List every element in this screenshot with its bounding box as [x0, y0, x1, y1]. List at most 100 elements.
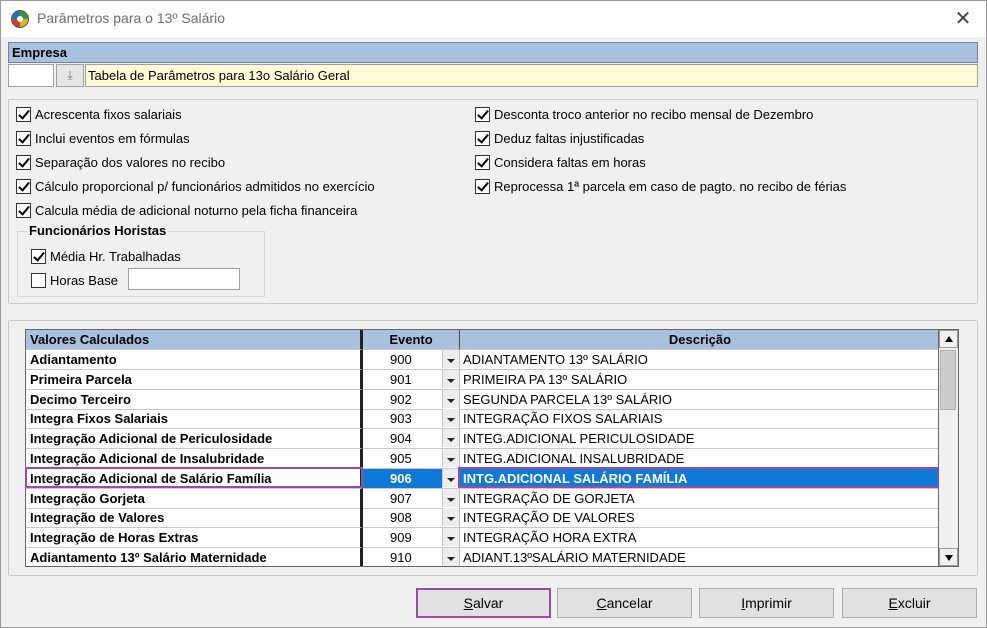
checkbox-checked-icon[interactable]	[475, 154, 490, 170]
table-row[interactable]: Integração de Valores 908 INTEGRAÇÃO DE VA…	[26, 508, 938, 529]
option-deduz-faltas[interactable]: Deduz faltas injustificadas	[475, 129, 644, 147]
row-evento-cell[interactable]: 907	[363, 488, 460, 509]
row-descricao[interactable]: INTEGRAÇÃO DE GORJETA	[460, 489, 938, 509]
row-evento-code[interactable]: 910	[363, 548, 442, 566]
checkbox-checked-icon[interactable]	[16, 106, 31, 122]
row-valor-calculado[interactable]: Adiantamento 13º Salário Maternidade	[26, 548, 363, 566]
table-row[interactable]: Integração de Horas Extras 909 INTEGRAÇÃO …	[26, 528, 938, 549]
empresa-code-input[interactable]	[8, 64, 54, 87]
row-valor-calculado[interactable]: Integra Fixos Salariais	[26, 409, 363, 430]
row-descricao[interactable]: INTEGRAÇÃO HORA EXTRA	[460, 528, 938, 549]
row-valor-calculado[interactable]: Integração Adicional de Insalubridade	[26, 449, 363, 469]
row-evento-code[interactable]: 907	[363, 489, 442, 508]
row-valor-calculado[interactable]: Decimo Terceiro	[26, 389, 363, 410]
header-evento[interactable]: Evento	[363, 330, 460, 350]
empresa-description-field[interactable]: Tabela de Parâmetros para 13o Salário Ge…	[85, 64, 978, 87]
checkbox-checked-icon[interactable]	[16, 202, 31, 218]
checkbox-checked-icon[interactable]	[16, 130, 31, 146]
row-valor-calculado[interactable]: Integração Gorjeta	[26, 488, 363, 509]
row-valor-calculado[interactable]: Integração de Valores	[26, 508, 363, 529]
row-valor-calculado[interactable]: Primeira Parcela	[26, 369, 363, 390]
chevron-down-icon[interactable]	[442, 488, 459, 507]
checkbox-checked-icon[interactable]	[475, 178, 490, 194]
grid-vertical-scrollbar[interactable]	[939, 329, 959, 567]
row-descricao[interactable]: INTEGRAÇÃO FIXOS SALARIAIS	[460, 409, 938, 430]
header-valores-calculados[interactable]: Valores Calculados	[26, 330, 363, 350]
checkbox-unchecked-icon[interactable]	[31, 272, 46, 288]
row-evento-cell[interactable]: 901	[363, 369, 460, 390]
table-row[interactable]: Integração Adicional de Periculosidade 90…	[26, 429, 938, 450]
option-media-adicional-noturno[interactable]: Calcula média de adicional noturno pela …	[16, 201, 357, 219]
imprimir-button[interactable]: Imprimir	[699, 588, 834, 618]
row-evento-code[interactable]: 904	[363, 429, 442, 448]
chevron-down-icon[interactable]	[442, 528, 459, 547]
table-row[interactable]: Decimo Terceiro 902 SEGUNDA PARCELA 13º SA…	[26, 389, 938, 410]
row-evento-cell[interactable]: 903	[363, 409, 460, 430]
cancelar-button[interactable]: Cancelar	[557, 588, 692, 618]
horas-base-input[interactable]	[128, 268, 240, 290]
row-evento-code[interactable]: 909	[363, 528, 442, 547]
table-row[interactable]: Adiantamento 900 ADIANTAMENTO 13º SALÁRIO	[26, 350, 938, 370]
row-evento-code[interactable]: 908	[363, 508, 442, 527]
close-icon[interactable]: ✕	[948, 5, 978, 33]
salvar-button[interactable]: Salvar	[416, 588, 551, 618]
row-valor-calculado[interactable]: Integração de Horas Extras	[26, 528, 363, 549]
row-evento-code[interactable]: 905	[363, 449, 442, 468]
row-evento-cell[interactable]: 908	[363, 508, 460, 529]
header-descricao[interactable]: Descrição	[460, 330, 938, 350]
row-evento-code[interactable]: 906	[363, 468, 442, 488]
table-row[interactable]: Integração Adicional de Salário Família 9…	[26, 468, 938, 489]
table-row[interactable]: Adiantamento 13º Salário Maternidade 910 A…	[26, 548, 938, 566]
checkbox-checked-icon[interactable]	[16, 154, 31, 170]
row-evento-cell[interactable]: 905	[363, 449, 460, 469]
row-evento-code[interactable]: 901	[363, 370, 442, 389]
chevron-down-icon[interactable]	[442, 409, 459, 428]
row-evento-cell[interactable]: 910	[363, 548, 460, 566]
row-evento-cell[interactable]: 902	[363, 389, 460, 410]
row-valor-calculado[interactable]: Integração Adicional de Salário Família	[26, 468, 363, 489]
chevron-down-icon[interactable]	[442, 548, 459, 566]
table-row[interactable]: Primeira Parcela 901 PRIMEIRA PA 13º SALÁR…	[26, 369, 938, 390]
row-descricao[interactable]: INTG.ADICIONAL SALÁRIO FAMÍLIA	[460, 468, 938, 489]
row-evento-code[interactable]: 903	[363, 409, 442, 428]
option-desconta-troco[interactable]: Desconta troco anterior no recibo mensal…	[475, 105, 813, 123]
chevron-down-icon[interactable]	[442, 468, 459, 487]
chevron-down-icon[interactable]	[442, 429, 459, 448]
checkbox-checked-icon[interactable]	[31, 248, 46, 264]
scroll-down-arrow-icon[interactable]	[939, 548, 958, 566]
option-reprocessa-parcela[interactable]: Reprocessa 1ª parcela em caso de pagto. …	[475, 177, 846, 195]
scroll-up-arrow-icon[interactable]	[939, 330, 958, 348]
row-descricao[interactable]: ADIANT.13ºSALÁRIO MATERNIDADE	[460, 548, 938, 566]
option-inclui-eventos[interactable]: Inclui eventos em fórmulas	[16, 129, 190, 147]
chevron-down-icon[interactable]	[442, 508, 459, 527]
row-valor-calculado[interactable]: Adiantamento	[26, 350, 363, 370]
row-evento-code[interactable]: 902	[363, 390, 442, 409]
checkbox-checked-icon[interactable]	[475, 106, 490, 122]
chevron-down-icon[interactable]	[442, 369, 459, 388]
option-separacao-valores[interactable]: Separação dos valores no recibo	[16, 153, 225, 171]
table-row[interactable]: Integração Adicional de Insalubridade 905…	[26, 449, 938, 469]
option-calculo-proporcional[interactable]: Cálculo proporcional p/ funcionários adm…	[16, 177, 375, 195]
chevron-down-icon[interactable]	[442, 350, 459, 368]
checkbox-checked-icon[interactable]	[475, 130, 490, 146]
chevron-down-icon[interactable]	[442, 449, 459, 467]
table-row[interactable]: Integra Fixos Salariais 903 INTEGRAÇÃO FIX…	[26, 409, 938, 430]
chevron-down-icon[interactable]	[442, 389, 459, 408]
row-descricao[interactable]: INTEGRAÇÃO DE VALORES	[460, 508, 938, 529]
row-descricao[interactable]: ADIANTAMENTO 13º SALÁRIO	[460, 350, 938, 370]
row-evento-cell[interactable]: 900	[363, 350, 460, 370]
option-considera-faltas-horas[interactable]: Considera faltas em horas	[475, 153, 646, 171]
row-evento-cell[interactable]: 904	[363, 429, 460, 450]
option-media-hr-trabalhadas[interactable]: Média Hr. Trabalhadas	[31, 247, 181, 265]
row-evento-cell[interactable]: 906	[363, 468, 460, 489]
row-descricao[interactable]: SEGUNDA PARCELA 13º SALÁRIO	[460, 390, 938, 410]
option-horas-base[interactable]: Horas Base	[31, 271, 118, 289]
option-acrescenta-fixos[interactable]: Acrescenta fixos salariais	[16, 105, 182, 123]
row-evento-code[interactable]: 900	[363, 350, 442, 369]
scrollbar-thumb[interactable]	[940, 350, 956, 410]
table-row[interactable]: Integração Gorjeta 907 INTEGRAÇÃO DE GORJE…	[26, 488, 938, 509]
row-evento-cell[interactable]: 909	[363, 528, 460, 549]
excluir-button[interactable]: Excluir	[842, 588, 977, 618]
row-descricao[interactable]: PRIMEIRA PA 13º SALÁRIO	[460, 370, 938, 390]
row-descricao[interactable]: INTEG.ADICIONAL INSALUBRIDADE	[460, 449, 938, 469]
